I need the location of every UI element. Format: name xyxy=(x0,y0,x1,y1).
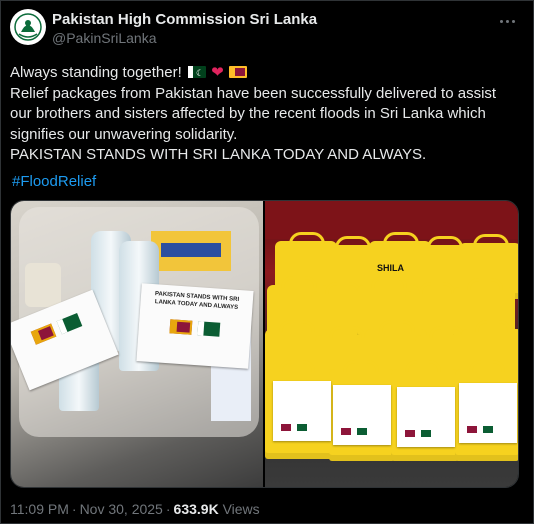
avatar[interactable] xyxy=(10,9,46,45)
photo-relief-bags[interactable]: SHILA xyxy=(265,201,518,487)
sri-lanka-flag-icon xyxy=(169,319,193,335)
media-grid: PAKISTAN STANDS WITH SRI LANKA TODAY AND… xyxy=(10,200,519,488)
author-handle[interactable]: @PakinSriLanka xyxy=(52,30,157,46)
tweet-meta: 11:09 PM · Nov 30, 2025 · 633.9K Views xyxy=(10,501,260,517)
bag-label xyxy=(459,383,517,443)
hashtag-link[interactable]: #FloodRelief xyxy=(12,172,96,193)
tweet-line-3: our brothers and sisters affected by the… xyxy=(10,105,486,122)
bag-label xyxy=(333,385,391,445)
tweet-date[interactable]: Nov 30, 2025 xyxy=(80,501,163,517)
emblem-icon xyxy=(12,11,44,43)
tweet-line-1: Always standing together! ❤ xyxy=(10,63,530,84)
pakistan-flag-icon xyxy=(56,313,83,335)
tweet-line-5: PAKISTAN STANDS WITH SRI LANKA TODAY AND… xyxy=(10,146,427,163)
tweet-line-4: signifies our unwavering solidarity. xyxy=(10,125,238,143)
tweet-text: Always standing together! ❤ Relief packa… xyxy=(10,63,530,192)
tweet-line-1-text: Always standing together! xyxy=(10,64,182,81)
sri-lanka-flag-icon xyxy=(228,66,247,78)
bag-label xyxy=(397,387,455,447)
toiletry-item xyxy=(25,263,61,307)
pakistan-flag-icon xyxy=(197,321,221,337)
more-options-icon[interactable] xyxy=(495,11,519,31)
heart-icon: ❤ xyxy=(211,64,224,81)
sri-lanka-flag-icon xyxy=(30,323,57,345)
solidarity-sign: PAKISTAN STANDS WITH SRI LANKA TODAY AND… xyxy=(136,283,254,369)
food-box-label xyxy=(161,243,221,257)
tweet-line-2: Relief packages from Pakistan have been … xyxy=(10,84,497,102)
bag-label xyxy=(273,381,331,441)
solidarity-sign-text: PAKISTAN STANDS WITH SRI LANKA TODAY AND… xyxy=(154,291,240,311)
author-name[interactable]: Pakistan High Commission Sri Lanka xyxy=(52,11,317,28)
tweet-time[interactable]: 11:09 PM xyxy=(10,501,69,517)
bag-brand: SHILA xyxy=(377,263,404,273)
photo-relief-contents[interactable]: PAKISTAN STANDS WITH SRI LANKA TODAY AND… xyxy=(11,201,263,487)
tweet-card: Pakistan High Commission Sri Lanka @Paki… xyxy=(0,0,534,524)
views-count: 633.9K xyxy=(173,501,219,517)
pakistan-flag-icon xyxy=(187,63,206,84)
views-label: Views xyxy=(222,501,260,517)
